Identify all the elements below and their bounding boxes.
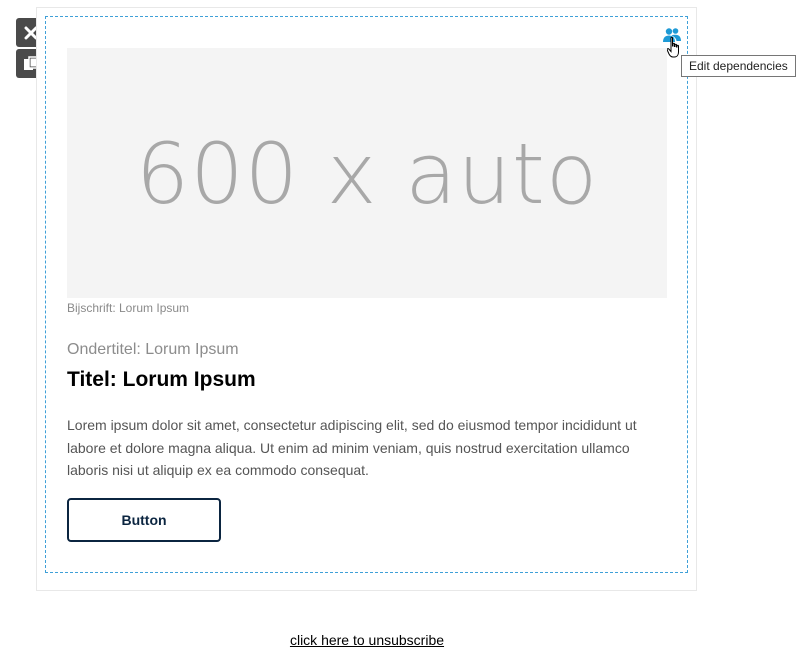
image-caption: Bijschrift: Lorum Ipsum bbox=[67, 301, 190, 315]
image-placeholder-label: 600 x auto bbox=[135, 125, 599, 223]
unsubscribe-link[interactable]: click here to unsubscribe bbox=[0, 632, 734, 648]
body-text: Lorem ipsum dolor sit amet, consectetur … bbox=[67, 417, 637, 478]
cta-button-label: Button bbox=[121, 512, 167, 528]
image-placeholder[interactable]: 600 x auto bbox=[67, 48, 667, 298]
users-icon[interactable] bbox=[662, 27, 682, 43]
cta-button[interactable]: Button bbox=[67, 498, 221, 542]
subtitle: Ondertitel: Lorum Ipsum bbox=[67, 341, 239, 358]
title: Titel: Lorum Ipsum bbox=[67, 368, 256, 391]
edit-dependencies-tooltip: Edit dependencies bbox=[681, 55, 796, 77]
